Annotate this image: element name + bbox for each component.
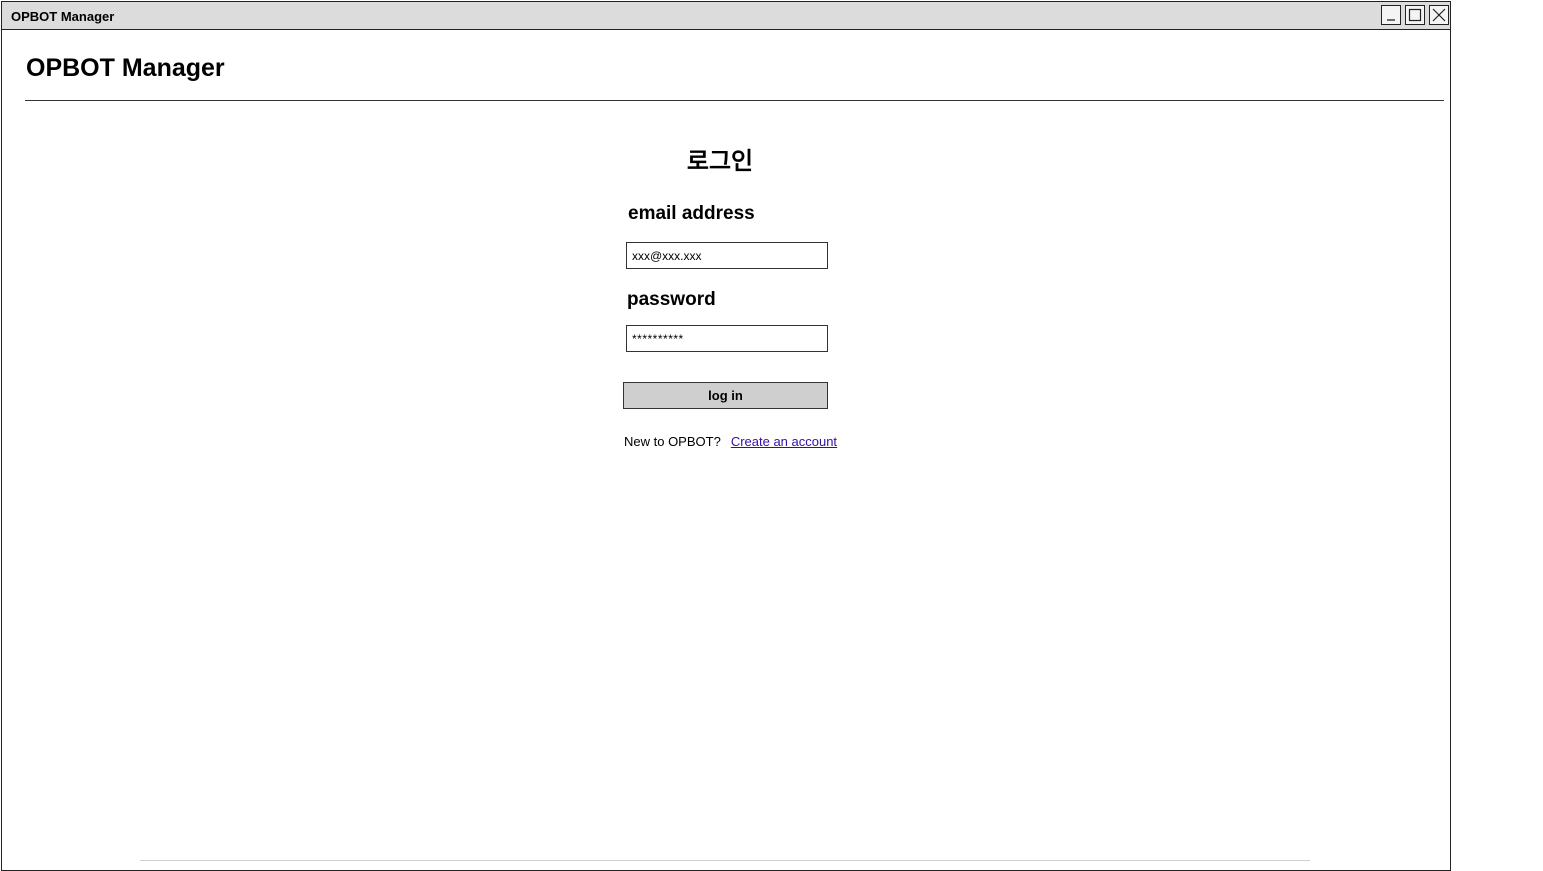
window-title: OPBOT Manager — [11, 9, 115, 24]
minimize-button[interactable] — [1381, 5, 1401, 25]
password-field[interactable] — [626, 325, 828, 352]
email-field[interactable] — [626, 242, 828, 269]
maximize-button[interactable] — [1405, 5, 1425, 25]
close-icon — [1432, 8, 1446, 22]
app-title: OPBOT Manager — [26, 54, 225, 82]
password-label: password — [627, 289, 716, 310]
email-label: email address — [628, 203, 755, 224]
signup-row: New to OPBOT? Create an account — [624, 433, 837, 451]
create-account-link[interactable]: Create an account — [731, 434, 837, 449]
signup-prompt: New to OPBOT? — [624, 434, 721, 449]
app-window: OPBOT Manager OPBOT Manager 로그인 email ad… — [1, 1, 1451, 871]
close-button[interactable] — [1429, 5, 1449, 25]
maximize-icon — [1408, 8, 1422, 22]
login-heading: 로그인 — [686, 147, 754, 175]
header-divider — [25, 100, 1444, 101]
window-titlebar[interactable]: OPBOT Manager — [2, 2, 1450, 30]
login-button[interactable]: log in — [623, 382, 828, 409]
minimize-icon — [1387, 19, 1395, 21]
window-bottom-edge — [140, 860, 1310, 861]
